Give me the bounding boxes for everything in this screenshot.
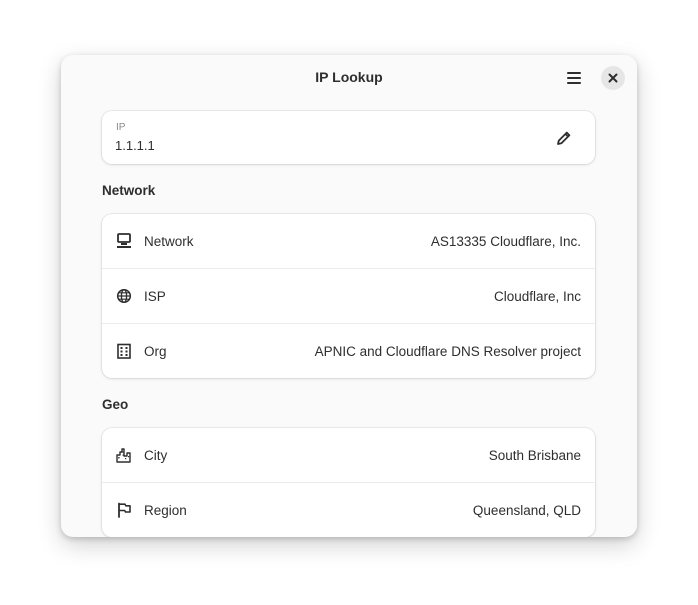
region-value: Queensland, QLD: [472, 502, 581, 518]
globe-icon: [116, 288, 132, 304]
isp-row: ISP Cloudflare, Inc: [102, 269, 595, 324]
hamburger-menu-icon: [567, 72, 581, 84]
pencil-icon: [557, 131, 571, 145]
main-menu-button[interactable]: [560, 66, 588, 90]
isp-label: ISP: [144, 288, 166, 304]
city-label: City: [144, 447, 168, 463]
org-label: Org: [144, 343, 167, 359]
org-value: APNIC and Cloudflare DNS Resolver projec…: [314, 343, 581, 359]
building-icon: [116, 343, 132, 359]
close-button[interactable]: [601, 66, 625, 90]
network-value: AS13335 Cloudflare, Inc.: [430, 233, 581, 249]
city-icon: [116, 447, 132, 463]
network-computer-icon: [116, 233, 132, 249]
org-row: Org APNIC and Cloudflare DNS Resolver pr…: [102, 324, 595, 378]
flag-icon: [116, 502, 132, 518]
ip-entry-row[interactable]: IP 1.1.1.1: [102, 111, 595, 164]
main-content: IP 1.1.1.1 Network Network AS13335 Cloud…: [102, 111, 595, 537]
isp-value: Cloudflare, Inc: [493, 288, 581, 304]
region-row: Region Queensland, QLD: [102, 483, 595, 537]
network-list: Network AS13335 Cloudflare, Inc. ISP Clo…: [102, 214, 595, 378]
network-label: Network: [144, 233, 194, 249]
app-window: IP Lookup IP 1.1.1.1 Network Network AS1…: [61, 55, 637, 537]
geo-section-title: Geo: [102, 397, 129, 412]
edit-button[interactable]: [555, 129, 573, 147]
geo-list: City South Brisbane Region Queensland, Q…: [102, 428, 595, 537]
city-row: City South Brisbane: [102, 428, 595, 483]
headerbar: IP Lookup: [61, 55, 637, 101]
city-value: South Brisbane: [488, 447, 581, 463]
ip-field-label: IP: [116, 122, 126, 133]
ip-input[interactable]: 1.1.1.1: [115, 138, 155, 153]
close-icon: [608, 73, 618, 83]
window-title: IP Lookup: [315, 69, 383, 85]
network-row: Network AS13335 Cloudflare, Inc.: [102, 214, 595, 269]
region-label: Region: [144, 502, 187, 518]
network-section-title: Network: [102, 183, 156, 198]
